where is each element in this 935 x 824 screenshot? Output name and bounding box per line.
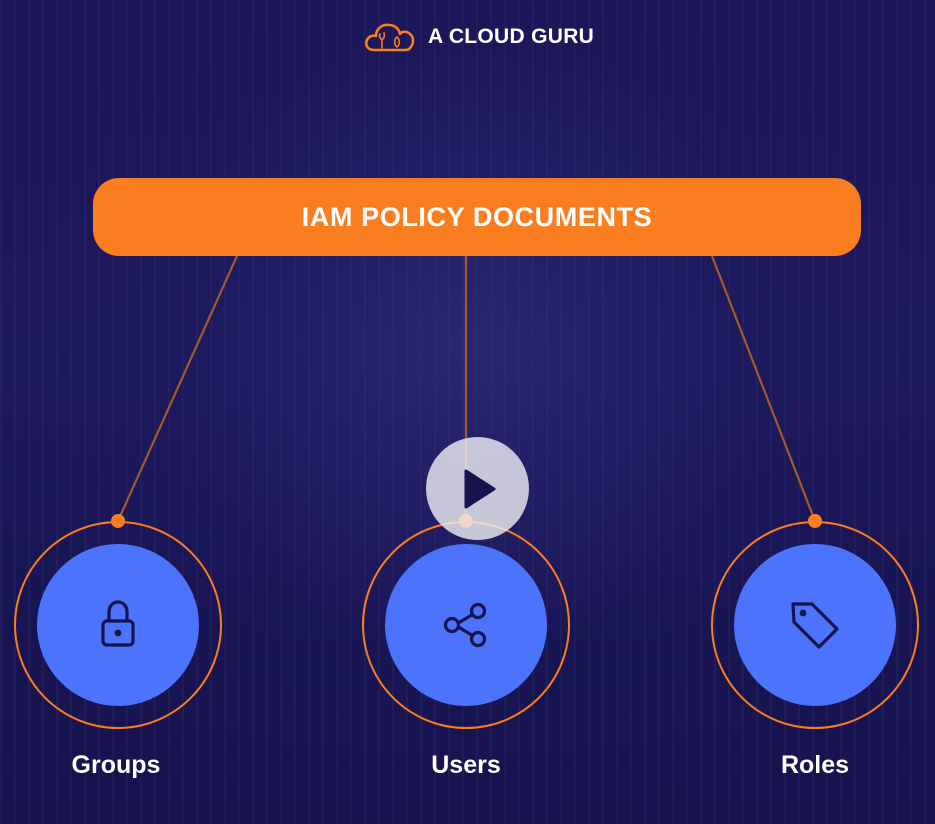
tag-icon [791,602,839,649]
node-disc [385,544,547,706]
node-disc [37,544,199,706]
title-banner: IAM POLICY DOCUMENTS [93,178,861,256]
node-roles [711,514,919,729]
connector-dot [111,514,125,528]
connector-groups [116,255,239,522]
node-groups [14,514,222,729]
play-button[interactable] [426,437,529,540]
connector-dot [808,514,822,528]
node-disc [734,544,896,706]
node-label-groups: Groups [71,751,161,779]
connector-roles [710,255,817,522]
lock-icon [101,600,135,647]
node-label-users: Users [431,751,501,779]
node-label-roles: Roles [780,751,850,779]
share-icon [443,602,487,648]
node-users [362,514,570,729]
play-icon [464,469,495,508]
banner-title: IAM POLICY DOCUMENTS [301,201,653,232]
